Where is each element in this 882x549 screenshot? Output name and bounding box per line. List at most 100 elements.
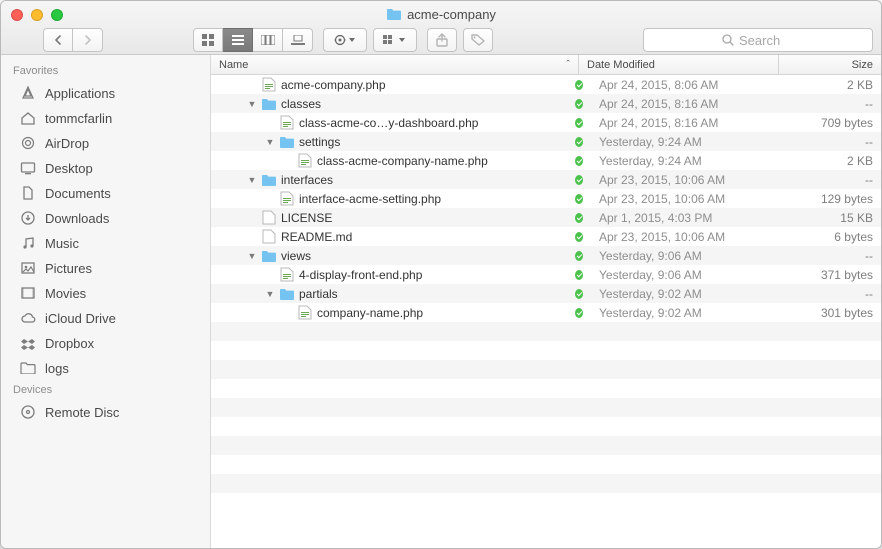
list-view-button[interactable] bbox=[223, 28, 253, 52]
column-view-button[interactable] bbox=[253, 28, 283, 52]
name-column-header[interactable]: Name ˆ bbox=[211, 55, 579, 74]
file-date-modified: Apr 24, 2015, 8:06 AM bbox=[591, 78, 791, 92]
file-listing: Name ˆ Date Modified Size acme-company.p… bbox=[211, 55, 881, 548]
sidebar-item[interactable]: iCloud Drive bbox=[1, 305, 210, 330]
file-name: class-acme-company-name.php bbox=[317, 154, 488, 168]
sidebar-item[interactable]: Pictures bbox=[1, 255, 210, 280]
titlebar: acme-company bbox=[1, 1, 881, 55]
table-row bbox=[211, 417, 881, 436]
sidebar-item[interactable]: Dropbox bbox=[1, 330, 210, 355]
sidebar-item[interactable]: Music bbox=[1, 230, 210, 255]
file-size: 15 KB bbox=[791, 211, 881, 225]
share-button[interactable] bbox=[427, 28, 457, 52]
tags-button[interactable] bbox=[463, 28, 493, 52]
table-row[interactable]: class-acme-company-name.php Yesterday, 9:… bbox=[211, 151, 881, 170]
disclosure-triangle-icon[interactable]: ▼ bbox=[265, 137, 275, 147]
sidebar-item-label: Pictures bbox=[45, 261, 92, 276]
disclosure-triangle-icon[interactable]: ▼ bbox=[247, 175, 257, 185]
file-name: interface-acme-setting.php bbox=[299, 192, 441, 206]
sidebar-item[interactable]: AirDrop bbox=[1, 130, 210, 155]
folder-icon bbox=[261, 172, 277, 188]
window-body: FavoritesApplicationstommcfarlinAirDropD… bbox=[1, 55, 881, 548]
file-date-modified: Apr 24, 2015, 8:16 AM bbox=[591, 97, 791, 111]
file-name: settings bbox=[299, 135, 340, 149]
table-row[interactable]: company-name.phpYesterday, 9:02 AM301 by… bbox=[211, 303, 881, 322]
file-name: company-name.php bbox=[317, 306, 423, 320]
table-row[interactable]: LICENSE Apr 1, 2015, 4:03 PM15 KB bbox=[211, 208, 881, 227]
table-row bbox=[211, 322, 881, 341]
sync-status-icon bbox=[575, 137, 583, 147]
name-column-label: Name bbox=[219, 59, 248, 71]
sidebar-item[interactable]: Movies bbox=[1, 280, 210, 305]
sync-status-icon bbox=[575, 308, 583, 318]
file-rows: acme-company.phpApr 24, 2015, 8:06 AM2 K… bbox=[211, 75, 881, 548]
search-field[interactable] bbox=[643, 28, 873, 52]
sync-status-icon bbox=[575, 99, 583, 109]
file-size: -- bbox=[791, 135, 881, 149]
sidebar-item[interactable]: logs bbox=[1, 355, 210, 380]
table-row[interactable]: ▼settingsYesterday, 9:24 AM-- bbox=[211, 132, 881, 151]
sidebar-item-label: AirDrop bbox=[45, 136, 89, 151]
sidebar-item[interactable]: Applications bbox=[1, 80, 210, 105]
table-row[interactable]: class-acme-co…y-dashboard.phpApr 24, 201… bbox=[211, 113, 881, 132]
file-date-modified: Apr 24, 2015, 8:16 AM bbox=[591, 116, 791, 130]
file-name: README.md bbox=[281, 230, 352, 244]
action-menu-button[interactable] bbox=[323, 28, 367, 52]
table-row[interactable]: README.mdApr 23, 2015, 10:06 AM6 bytes bbox=[211, 227, 881, 246]
file-size: -- bbox=[791, 287, 881, 301]
sidebar-item[interactable]: Documents bbox=[1, 180, 210, 205]
file-name: LICENSE bbox=[281, 211, 332, 225]
table-row[interactable]: ▼partialsYesterday, 9:02 AM-- bbox=[211, 284, 881, 303]
desktop-icon bbox=[19, 159, 37, 177]
sidebar-section-header: Devices bbox=[1, 380, 210, 399]
file-date-modified: Apr 23, 2015, 10:06 AM bbox=[591, 192, 791, 206]
table-row[interactable]: ▼classesApr 24, 2015, 8:16 AM-- bbox=[211, 94, 881, 113]
size-column-header[interactable]: Size bbox=[779, 55, 881, 74]
coverflow-view-button[interactable] bbox=[283, 28, 313, 52]
sidebar-item[interactable]: Downloads bbox=[1, 205, 210, 230]
file-size: 301 bytes bbox=[791, 306, 881, 320]
apps-icon bbox=[19, 84, 37, 102]
sidebar-item[interactable]: tommcfarlin bbox=[1, 105, 210, 130]
arrange-menu-button[interactable] bbox=[373, 28, 417, 52]
airdrop-icon bbox=[19, 134, 37, 152]
file-date-modified: Yesterday, 9:06 AM bbox=[591, 249, 791, 263]
disclosure-triangle-icon[interactable]: ▼ bbox=[247, 251, 257, 261]
sync-status-icon bbox=[575, 251, 583, 261]
php-file-icon bbox=[279, 191, 295, 207]
file-name: interfaces bbox=[281, 173, 333, 187]
sync-status-icon bbox=[575, 194, 583, 204]
disclosure-triangle-icon[interactable]: ▼ bbox=[265, 289, 275, 299]
documents-icon bbox=[19, 184, 37, 202]
share-tag-group bbox=[427, 28, 493, 52]
icon-view-button[interactable] bbox=[193, 28, 223, 52]
table-row bbox=[211, 341, 881, 360]
file-date-modified: Yesterday, 9:24 AM bbox=[591, 154, 791, 168]
view-mode-buttons bbox=[193, 28, 313, 52]
table-row[interactable]: ▼interfacesApr 23, 2015, 10:06 AM-- bbox=[211, 170, 881, 189]
table-row[interactable]: ▼viewsYesterday, 9:06 AM-- bbox=[211, 246, 881, 265]
sidebar-item-label: Documents bbox=[45, 186, 111, 201]
disclosure-triangle-icon[interactable]: ▼ bbox=[247, 99, 257, 109]
table-row[interactable]: acme-company.phpApr 24, 2015, 8:06 AM2 K… bbox=[211, 75, 881, 94]
forward-button[interactable] bbox=[73, 28, 103, 52]
date-modified-column-header[interactable]: Date Modified bbox=[579, 55, 779, 74]
file-name: partials bbox=[299, 287, 338, 301]
sidebar-item[interactable]: Remote Disc bbox=[1, 399, 210, 424]
folder-icon bbox=[386, 6, 402, 22]
sidebar-item-label: Music bbox=[45, 236, 79, 251]
sync-status-icon bbox=[575, 270, 583, 280]
file-date-modified: Apr 1, 2015, 4:03 PM bbox=[591, 211, 791, 225]
table-row bbox=[211, 398, 881, 417]
sidebar-item[interactable]: Desktop bbox=[1, 155, 210, 180]
window-title-text: acme-company bbox=[407, 7, 496, 22]
table-row[interactable]: interface-acme-setting.php Apr 23, 2015, … bbox=[211, 189, 881, 208]
sync-status-icon bbox=[575, 118, 583, 128]
file-date-modified: Apr 23, 2015, 10:06 AM bbox=[591, 230, 791, 244]
search-input[interactable] bbox=[739, 33, 794, 48]
sync-status-icon bbox=[575, 80, 583, 90]
table-row[interactable]: 4-display-front-end.phpYesterday, 9:06 A… bbox=[211, 265, 881, 284]
sidebar-item-label: Movies bbox=[45, 286, 86, 301]
file-size: 2 KB bbox=[791, 78, 881, 92]
back-button[interactable] bbox=[43, 28, 73, 52]
